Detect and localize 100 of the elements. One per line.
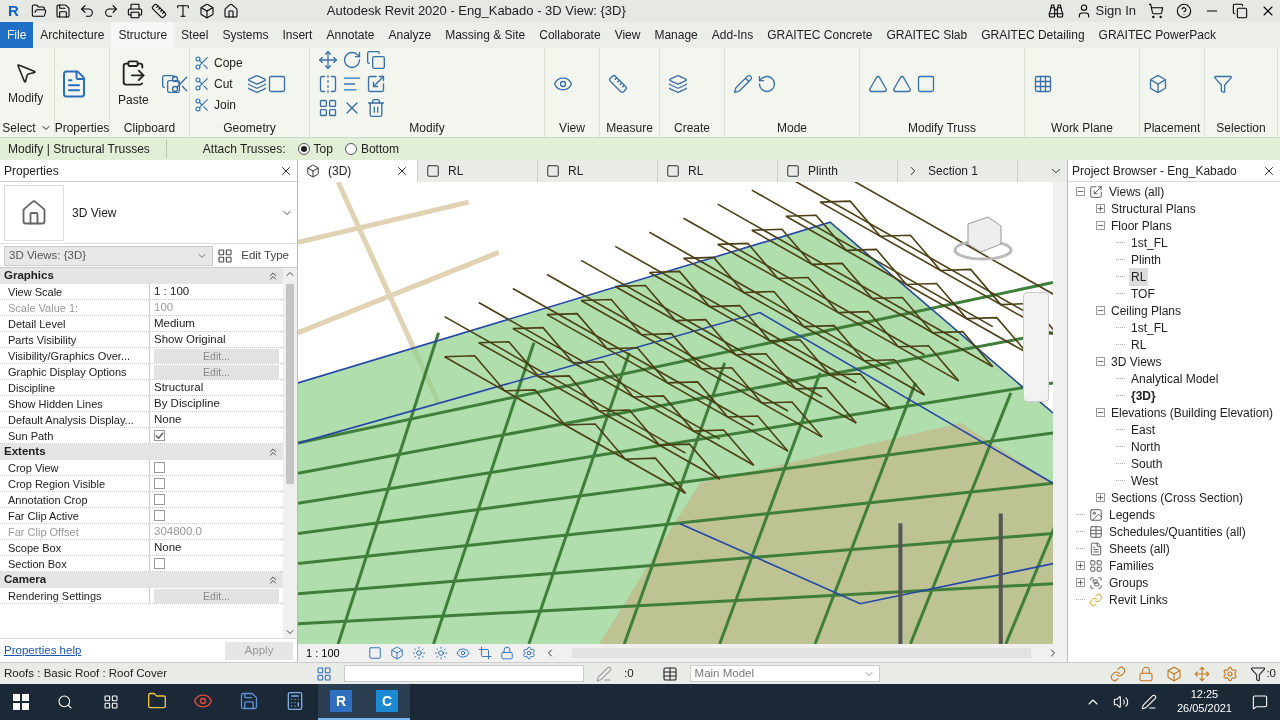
- ribbon-button[interactable]: Modify: [8, 88, 44, 107]
- collapse-icon[interactable]: [267, 574, 279, 586]
- tree-item[interactable]: Structural Plans: [1109, 199, 1198, 218]
- cart-icon[interactable]: [1148, 3, 1164, 19]
- radio-button[interactable]: [344, 143, 357, 155]
- property-value[interactable]: Structural: [154, 378, 204, 397]
- text-icon[interactable]: [174, 3, 191, 19]
- tab-label[interactable]: RL: [568, 162, 584, 180]
- property-value[interactable]: None: [154, 538, 182, 557]
- house-icon[interactable]: [222, 3, 239, 19]
- sun-icon[interactable]: [412, 646, 426, 660]
- tab-label[interactable]: RL: [688, 162, 704, 180]
- ribbon-button[interactable]: Cut: [214, 74, 233, 93]
- pencil-icon[interactable]: [733, 73, 753, 94]
- ribbon-tab[interactable]: Steel: [174, 22, 216, 48]
- array-icon[interactable]: [318, 97, 338, 118]
- calculator-icon[interactable]: [285, 691, 305, 711]
- tree-item[interactable]: Families: [1107, 556, 1156, 575]
- help-icon[interactable]: [1176, 3, 1192, 19]
- windows-start-icon[interactable]: [13, 694, 29, 710]
- view-scale[interactable]: 1 : 100: [306, 644, 360, 662]
- tab-label[interactable]: Section 1: [928, 162, 979, 180]
- property-value[interactable]: Show Original: [154, 330, 226, 349]
- property-value[interactable]: Medium: [154, 314, 195, 333]
- detail-level-icon[interactable]: [368, 646, 382, 660]
- collapse-icon[interactable]: [1096, 357, 1105, 366]
- move-icon[interactable]: [318, 49, 338, 70]
- tree-item[interactable]: West: [1129, 471, 1161, 490]
- ribbon-tab[interactable]: Architecture: [33, 22, 112, 48]
- shadow-icon[interactable]: [434, 646, 448, 660]
- tree-item[interactable]: Analytical Model: [1129, 369, 1221, 388]
- tree-item[interactable]: Revit Links: [1107, 590, 1170, 609]
- ribbon-button[interactable]: Paste: [118, 90, 149, 109]
- ribbon-tab[interactable]: Collaborate: [532, 22, 608, 48]
- collapse-icon[interactable]: [1096, 221, 1105, 230]
- ribbon-tab[interactable]: Manage: [647, 22, 705, 48]
- checkbox[interactable]: [154, 478, 165, 489]
- eye-icon[interactable]: [456, 646, 470, 660]
- ribbon-tab[interactable]: Add-Ins: [704, 22, 761, 48]
- tree-item[interactable]: North: [1129, 437, 1163, 456]
- radio-button[interactable]: [297, 143, 310, 155]
- collapse-icon[interactable]: [1096, 408, 1105, 417]
- open-icon[interactable]: [30, 3, 47, 19]
- collapse-icon[interactable]: [267, 270, 279, 282]
- link-icon[interactable]: [1110, 665, 1127, 682]
- tree-item[interactable]: Legends: [1107, 505, 1158, 524]
- visual-style-icon[interactable]: [390, 646, 404, 660]
- measure-icon[interactable]: [150, 3, 167, 19]
- layers-icon[interactable]: [246, 73, 267, 94]
- clock-time[interactable]: 12:25: [1190, 688, 1219, 702]
- collapse-icon[interactable]: [1076, 187, 1085, 196]
- app-logo[interactable]: R: [330, 690, 352, 712]
- filter-icon[interactable]: [1250, 665, 1267, 682]
- tab-label[interactable]: RL: [448, 162, 464, 180]
- tree-item[interactable]: 1st_FL: [1129, 233, 1170, 252]
- tree-item[interactable]: South: [1129, 454, 1165, 473]
- ribbon-tab[interactable]: GRAITEC Concrete: [760, 22, 880, 48]
- print-icon[interactable]: [126, 3, 143, 19]
- scale-icon[interactable]: [366, 73, 386, 94]
- ribbon-button[interactable]: Join: [214, 95, 236, 114]
- cube-icon[interactable]: [198, 3, 215, 19]
- reset-icon[interactable]: [757, 73, 777, 94]
- tree-item[interactable]: Groups: [1107, 573, 1151, 592]
- property-value[interactable]: None: [154, 410, 182, 429]
- tab-label[interactable]: (3D): [328, 162, 352, 180]
- tree-item[interactable]: Schedules/Quantities (all): [1107, 522, 1248, 541]
- tree-item[interactable]: Floor Plans: [1109, 216, 1174, 235]
- tree-item[interactable]: Sections (Cross Section): [1109, 488, 1246, 507]
- ribbon-tab[interactable]: File: [0, 22, 34, 48]
- tree-item[interactable]: RL: [1129, 335, 1149, 354]
- expand-icon[interactable]: [1076, 561, 1085, 570]
- clock-date[interactable]: 26/05/2021: [1176, 702, 1232, 716]
- ribbon-button[interactable]: Cope: [214, 53, 243, 72]
- ruler-icon[interactable]: [608, 73, 628, 94]
- tree-item[interactable]: Views (all): [1107, 182, 1167, 201]
- view-tab[interactable]: (3D): [298, 160, 418, 182]
- tree-item[interactable]: RL: [1129, 267, 1149, 286]
- checkbox[interactable]: [154, 430, 165, 441]
- tree-item[interactable]: 1st_FL: [1129, 318, 1170, 337]
- pen-icon[interactable]: [1140, 694, 1157, 710]
- tab-label[interactable]: Plinth: [808, 162, 839, 180]
- search-icon[interactable]: [57, 694, 73, 710]
- sign-in-button[interactable]: Sign In: [1095, 1, 1136, 21]
- task-view-icon[interactable]: [103, 694, 119, 710]
- ribbon-tab[interactable]: GRAITEC PowerPack: [1091, 22, 1223, 48]
- expand-icon[interactable]: [1096, 493, 1105, 502]
- binoculars-icon[interactable]: [1047, 3, 1064, 19]
- tree-item[interactable]: Plinth: [1129, 250, 1164, 269]
- save-icon[interactable]: [54, 3, 71, 19]
- folder-icon[interactable]: [147, 691, 167, 711]
- rotate-icon[interactable]: [342, 49, 362, 70]
- design-options-icon[interactable]: [661, 665, 678, 682]
- ribbon-tab[interactable]: Annotate: [319, 22, 382, 48]
- ribbon-tab[interactable]: Analyze: [381, 22, 439, 48]
- app-logo[interactable]: R: [4, 0, 23, 23]
- ribbon-tab[interactable]: Massing & Site: [438, 22, 533, 48]
- undo-icon[interactable]: [78, 3, 95, 19]
- drag-icon[interactable]: [1194, 665, 1211, 682]
- square-icon[interactable]: [916, 73, 936, 94]
- ribbon-tab[interactable]: Structure: [111, 22, 175, 48]
